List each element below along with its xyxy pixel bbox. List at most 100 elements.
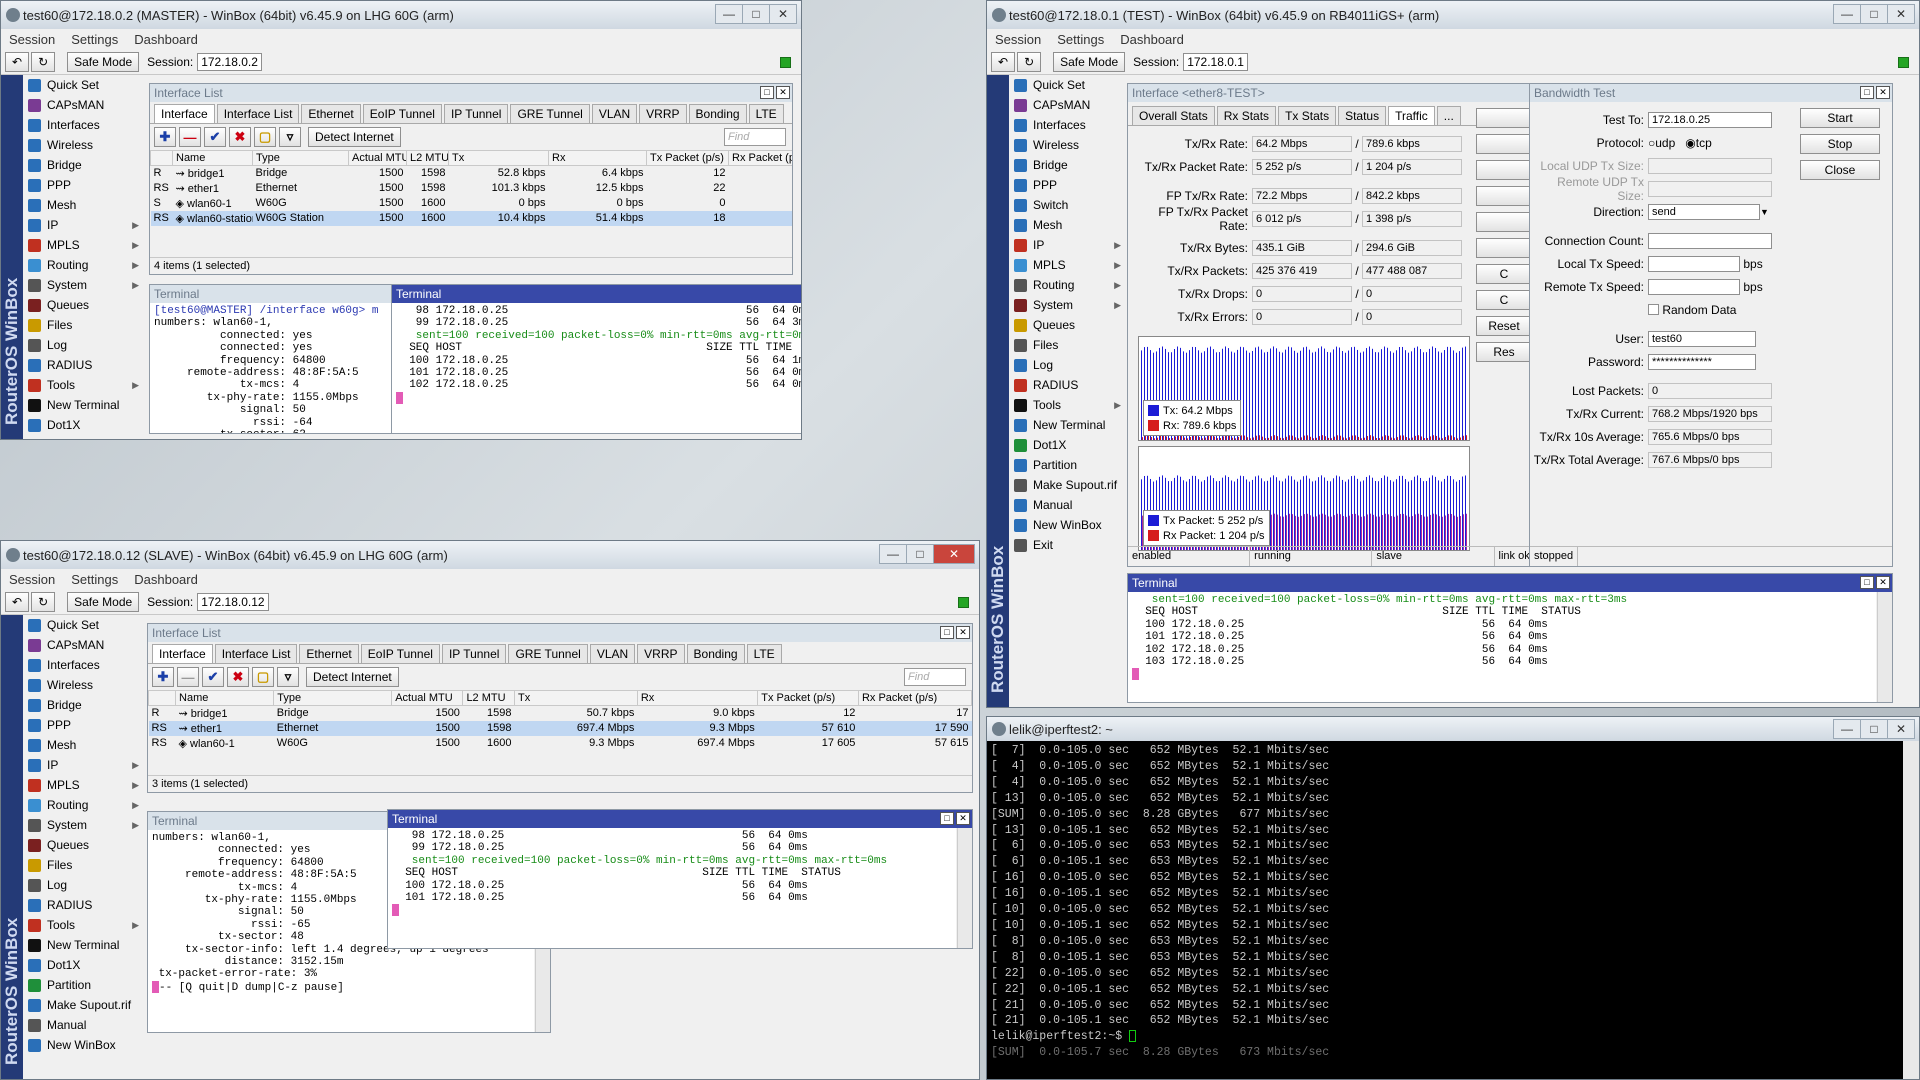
column-header[interactable]: L2 MTU <box>462 690 516 706</box>
sidebar-item-ppp[interactable]: PPP <box>24 715 145 735</box>
sidebar-item-make-supout-rif[interactable]: Make Supout.rif <box>24 995 145 1015</box>
remove-icon[interactable]: — <box>177 667 199 687</box>
sidebar-item-dot1x[interactable]: Dot1X <box>24 955 145 975</box>
table-row[interactable]: RS◈ wlan60-station-1W60G Station15001600… <box>150 210 792 226</box>
terminal-scrollbar[interactable] <box>1877 592 1892 702</box>
sidebar-item-ip[interactable]: IP ▶ <box>24 755 145 775</box>
sidebar-item-queues[interactable]: Queues <box>24 295 145 315</box>
tab-eoip-tunnel[interactable]: EoIP Tunnel <box>360 644 440 663</box>
panel-close-button[interactable]: ✕ <box>956 812 970 825</box>
sidebar-item-ip[interactable]: IP ▶ <box>24 215 145 235</box>
start-button[interactable]: Start <box>1800 108 1880 128</box>
session-field[interactable]: 172.18.0.1 <box>1183 52 1248 71</box>
tab-bonding[interactable]: Bonding <box>686 644 745 663</box>
tab-rx-stats[interactable]: Rx Stats <box>1216 106 1277 125</box>
column-header-flag[interactable] <box>150 150 173 166</box>
table-row[interactable]: S◈ wlan60-1W60G150016000 bps0 bps00 <box>151 196 793 211</box>
column-header[interactable]: Tx <box>448 150 549 166</box>
column-header[interactable]: Name <box>172 150 253 166</box>
session-field[interactable]: 172.18.0.2 <box>197 52 262 71</box>
sidebar-item-new-terminal[interactable]: New Terminal <box>24 935 145 955</box>
undo-button[interactable]: ↶ <box>5 51 30 72</box>
title-bar[interactable]: lelik@iperftest2: ~ — □ ✕ <box>987 717 1919 741</box>
panel-close-button[interactable]: ✕ <box>1876 86 1890 99</box>
sidebar-item-new-terminal[interactable]: New Terminal <box>1010 415 1127 435</box>
local-udp-input[interactable] <box>1648 157 1772 174</box>
sidebar-item-partition[interactable]: Partition <box>1010 455 1127 475</box>
sidebar-item-mesh[interactable]: Mesh <box>24 195 145 215</box>
side-button[interactable] <box>1476 134 1532 154</box>
side-button[interactable] <box>1476 238 1532 258</box>
sidebar-item-system[interactable]: System ▶ <box>24 815 145 835</box>
sidebar-item-partition[interactable]: Partition <box>24 435 145 439</box>
sidebar-item-capsman[interactable]: CAPsMAN <box>1010 95 1127 115</box>
sidebar-item-quick-set[interactable]: Quick Set <box>1010 75 1127 95</box>
table-row[interactable]: RS ⇝ ether1 Ethernet 1500 1598 101.3 kbps 12.5… <box>151 181 793 196</box>
terminal-output[interactable]: [ 7] 0.0-105.0 sec 652 MBytes 52.1 Mbits… <box>991 743 1899 1079</box>
sidebar-item-quick-set[interactable]: Quick Set <box>24 75 145 95</box>
menu-session[interactable]: Session <box>1 572 63 587</box>
sidebar-item-interfaces[interactable]: Interfaces <box>1010 115 1127 135</box>
sidebar-item-radius[interactable]: RADIUS <box>1010 375 1127 395</box>
sidebar-item-radius[interactable]: RADIUS <box>24 355 145 375</box>
session-field[interactable]: 172.18.0.12 <box>197 592 269 611</box>
close-button[interactable]: ✕ <box>933 544 975 564</box>
comment-icon[interactable]: ▢ <box>252 667 274 687</box>
tab-interface-list[interactable]: Interface List <box>216 104 300 123</box>
sidebar-item-new-winbox[interactable]: New WinBox <box>24 1035 145 1055</box>
close-button[interactable]: ✕ <box>1887 4 1915 24</box>
tab-lte[interactable]: LTE <box>746 644 782 663</box>
terminal-output[interactable]: 98 172.18.0.25 56 64 0ms 99 172.18.0.25 … <box>388 828 956 948</box>
tab-vrrp[interactable]: VRRP <box>639 104 687 123</box>
menu-dashboard[interactable]: Dashboard <box>126 572 206 587</box>
tab-lte[interactable]: LTE <box>748 104 784 123</box>
tab-interface-list[interactable]: Interface List <box>214 644 298 663</box>
close-button[interactable]: Close <box>1800 160 1880 180</box>
sidebar-item-routing[interactable]: Routing ▶ <box>24 255 145 275</box>
sidebar-item-quick-set[interactable]: Quick Set <box>24 615 145 635</box>
sidebar-item-files[interactable]: Files <box>24 855 145 875</box>
close-button[interactable]: ✕ <box>769 4 797 24</box>
tab-traffic[interactable]: Traffic <box>1388 106 1435 125</box>
safe-mode-button[interactable]: Safe Mode <box>1053 51 1126 72</box>
remote-udp-input[interactable] <box>1648 180 1772 197</box>
direction-select[interactable]: send <box>1648 203 1760 220</box>
sidebar-item-exit[interactable]: Exit <box>1010 535 1127 555</box>
column-header[interactable]: Type <box>273 690 393 706</box>
column-header[interactable]: Rx Packet (p/s) <box>857 690 972 706</box>
redo-button[interactable]: ↻ <box>1017 51 1042 72</box>
title-bar[interactable]: test60@172.18.0.2 (MASTER) - WinBox (64b… <box>1 1 801 29</box>
column-header[interactable]: Tx Packet (p/s) <box>757 690 859 706</box>
table-row[interactable]: R ⇝ bridge1 Bridge 1500 1598 50.7 kbps 9.0 kbp… <box>149 706 972 721</box>
sidebar-item-files[interactable]: Files <box>24 315 145 335</box>
tab-ethernet[interactable]: Ethernet <box>301 104 361 123</box>
user-input[interactable]: test60 <box>1648 330 1756 347</box>
side-button[interactable]: C <box>1476 264 1532 284</box>
tab--[interactable]: ... <box>1436 106 1461 125</box>
sidebar-item-system[interactable]: System ▶ <box>1010 295 1127 315</box>
sidebar-item-queues[interactable]: Queues <box>1010 315 1127 335</box>
add-icon[interactable]: ✚ <box>152 667 174 687</box>
menu-settings[interactable]: Settings <box>1049 32 1112 47</box>
column-header[interactable]: Tx <box>514 690 638 706</box>
sidebar-item-tools[interactable]: Tools ▶ <box>1010 395 1127 415</box>
column-header[interactable]: Rx Packet (p/s) <box>728 150 792 166</box>
side-button[interactable] <box>1476 186 1532 206</box>
panel-close-button[interactable]: ✕ <box>1876 576 1890 589</box>
maximize-button[interactable]: □ <box>1860 4 1888 24</box>
title-bar[interactable]: test60@172.18.0.1 (TEST) - WinBox (64bit… <box>987 1 1919 29</box>
sidebar-item-log[interactable]: Log <box>24 875 145 895</box>
sidebar-item-partition[interactable]: Partition <box>24 975 145 995</box>
maximize-button[interactable]: □ <box>742 4 770 24</box>
column-header[interactable]: Actual MTU <box>348 150 407 166</box>
sidebar-item-routing[interactable]: Routing ▶ <box>24 795 145 815</box>
minimize-button[interactable]: — <box>1833 4 1861 24</box>
side-button[interactable]: C <box>1476 290 1532 310</box>
tcp-radio[interactable]: ◉ <box>1685 136 1695 150</box>
sidebar-item-capsman[interactable]: CAPsMAN <box>24 635 145 655</box>
sidebar-item-files[interactable]: Files <box>1010 335 1127 355</box>
chevron-down-icon[interactable]: ▼ <box>1760 207 1769 217</box>
sidebar-item-dot1x[interactable]: Dot1X <box>1010 435 1127 455</box>
panel-restore-button[interactable]: □ <box>940 626 954 639</box>
panel-close-button[interactable]: ✕ <box>956 626 970 639</box>
